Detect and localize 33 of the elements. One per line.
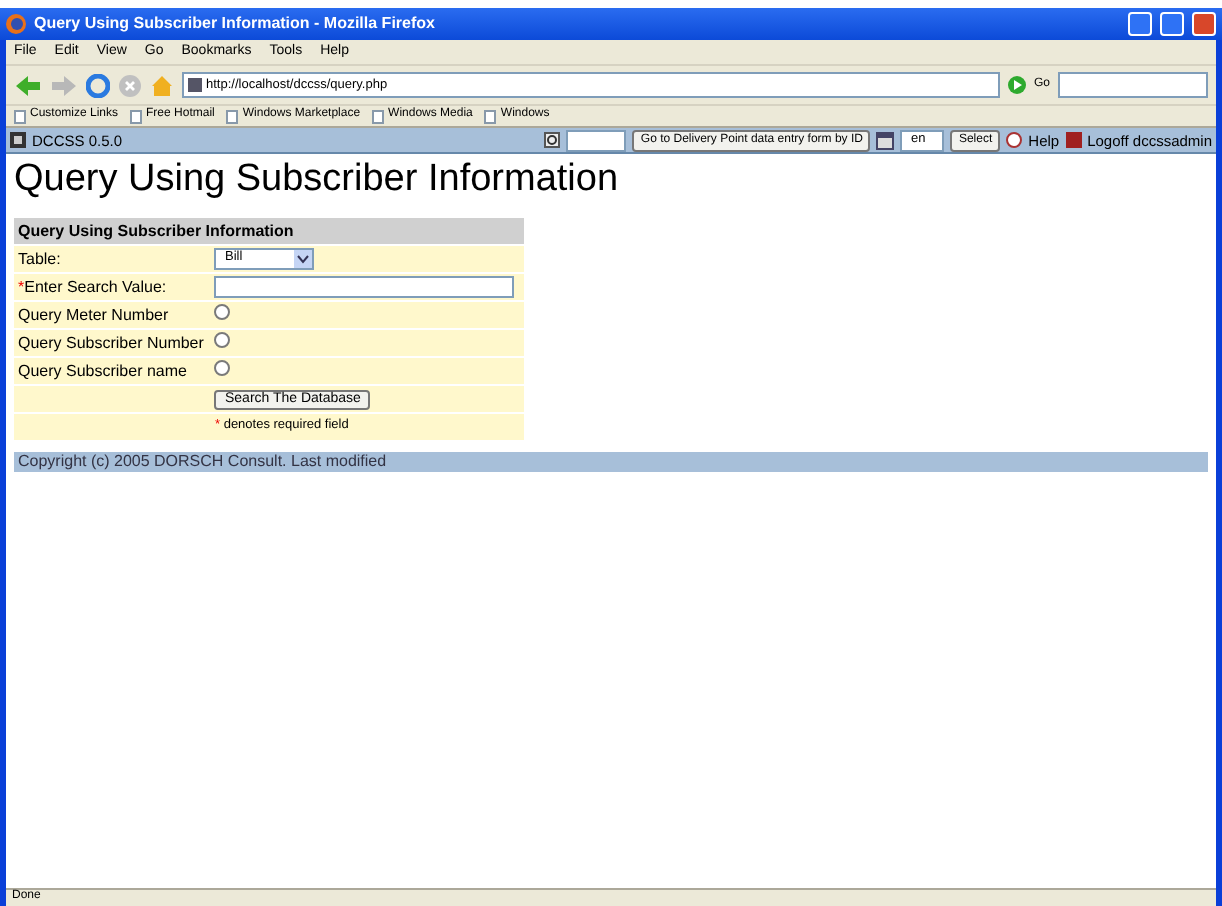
app-logo-icon	[10, 132, 26, 148]
page-icon	[226, 109, 239, 123]
go-icon[interactable]	[1007, 76, 1026, 94]
back-icon[interactable]	[14, 73, 42, 97]
field-label: Enter Search Value:	[24, 277, 167, 295]
page-heading: Query Using Subscriber Information	[14, 158, 621, 204]
minimize-button[interactable]	[1128, 12, 1152, 36]
reload-icon[interactable]	[86, 73, 110, 97]
dropdown-icon	[294, 249, 313, 268]
search-icon[interactable]	[544, 132, 561, 148]
window-title: Query Using Subscriber Information - Mozilla Firefox	[34, 14, 437, 34]
option-label: Query Meter Number	[14, 301, 211, 328]
search-value-field[interactable]	[214, 275, 515, 298]
id-input-field[interactable]	[566, 129, 627, 151]
radio-button[interactable]	[214, 332, 231, 348]
form-caption: Query Using Subscriber Information	[14, 217, 524, 244]
page-icon	[14, 109, 26, 123]
page-icon	[130, 109, 143, 123]
radio-button[interactable]	[214, 304, 231, 320]
field-label: Table:	[14, 245, 211, 272]
option-label: Query Subscriber Number	[14, 329, 211, 356]
option-label: Query Subscriber name	[14, 357, 211, 384]
footer-text: Copyright (c) 2005 DORSCH Consult. Last modified	[14, 451, 1208, 472]
page-icon	[372, 109, 385, 123]
search-field[interactable]	[1058, 72, 1208, 98]
firefox-icon	[6, 14, 26, 34]
stop-icon[interactable]	[118, 73, 142, 97]
required-mark: *	[18, 277, 25, 295]
close-button[interactable]	[1192, 12, 1216, 36]
page-icon	[484, 109, 497, 123]
page-icon	[188, 78, 202, 92]
radio-button[interactable]	[214, 360, 231, 376]
maximize-button[interactable]	[1160, 12, 1184, 36]
